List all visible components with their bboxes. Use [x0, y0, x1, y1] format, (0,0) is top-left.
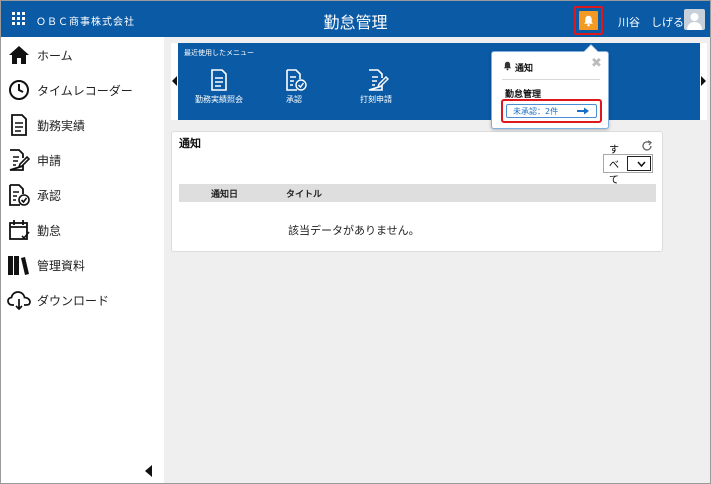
notification-popover: 通知 ✖ 勤怠管理 未承認：2件 — [491, 44, 609, 129]
refresh-icon[interactable] — [641, 137, 653, 151]
sidebar-item-label: 勤務実績 — [37, 118, 86, 133]
divider — [502, 79, 600, 80]
recent-menu-panel: 最近使用したメニュー 勤務実績照会 承認 打刻申請 — [171, 43, 707, 120]
cloud-download-icon — [7, 288, 31, 312]
app-window: ＯＢＣ商事株式会社 勤怠管理 川谷 しげる ホーム タイムレコーダー 勤務実績 … — [0, 0, 711, 484]
sidebar-item-download[interactable]: ダウンロード — [1, 284, 164, 316]
sidebar-item-label: ホーム — [37, 48, 73, 63]
recent-item-label: 勤務実績照会 — [195, 95, 243, 104]
sidebar-item-approval[interactable]: 承認 — [1, 179, 164, 211]
recent-item-stamp-request[interactable]: 打刻申請 — [355, 69, 397, 105]
sidebar-item-label: 管理資料 — [37, 258, 86, 273]
edit-document-icon — [367, 69, 389, 91]
scroll-right-icon[interactable] — [700, 43, 707, 120]
check-document-icon — [285, 69, 307, 91]
filter-dropdown[interactable]: すべて — [603, 145, 653, 186]
sidebar-item-time-recorder[interactable]: タイムレコーダー — [1, 74, 164, 106]
clock-icon — [7, 78, 31, 102]
unapproved-link-button[interactable]: 未承認：2件 — [506, 104, 597, 118]
sidebar-item-home[interactable]: ホーム — [1, 39, 164, 71]
edit-document-icon — [7, 148, 31, 172]
collapse-sidebar-icon[interactable] — [145, 465, 152, 477]
empty-message: 該当データがありません。 — [288, 224, 420, 237]
document-icon — [210, 69, 228, 91]
home-icon — [7, 43, 31, 67]
table-header: 通知日 タイトル — [179, 184, 656, 202]
notification-button[interactable] — [574, 6, 603, 35]
sidebar-item-work-record[interactable]: 勤務実績 — [1, 109, 164, 141]
popover-title: 通知 — [515, 64, 534, 74]
calendar-icon — [7, 218, 31, 242]
check-document-icon — [7, 183, 31, 207]
sidebar-item-label: 承認 — [37, 188, 62, 203]
avatar[interactable] — [684, 9, 705, 30]
close-icon[interactable]: ✖ — [591, 56, 602, 71]
page-title: 勤怠管理 — [323, 13, 388, 32]
chevron-down-icon — [626, 156, 651, 171]
top-bar: ＯＢＣ商事株式会社 勤怠管理 川谷 しげる — [1, 1, 710, 37]
user-name[interactable]: 川谷 しげる — [618, 14, 684, 30]
bell-icon — [579, 11, 598, 30]
sidebar: ホーム タイムレコーダー 勤務実績 申請 承認 勤怠 管理資料 ダウンロード — [1, 37, 164, 483]
arrow-right-icon — [577, 107, 589, 115]
sidebar-item-management-docs[interactable]: 管理資料 — [1, 249, 164, 281]
sidebar-item-label: ダウンロード — [37, 293, 110, 308]
sidebar-item-label: 申請 — [37, 153, 62, 168]
unapproved-link-label: 未承認：2件 — [513, 106, 559, 116]
sidebar-item-application[interactable]: 申請 — [1, 144, 164, 176]
notification-panel: 通知 すべて 通知日 タイトル 該当データがありません。 — [171, 131, 663, 252]
scroll-left-icon[interactable] — [171, 43, 178, 120]
popover-header: 通知 — [503, 61, 533, 74]
main-content: 最近使用したメニュー 勤務実績照会 承認 打刻申請 通知 すべて 通知日 タイト… — [164, 37, 710, 483]
recent-item-work-record[interactable]: 勤務実績照会 — [193, 69, 245, 105]
filter-value: すべて — [609, 145, 619, 186]
books-icon — [7, 253, 31, 277]
sidebar-item-label: 勤怠 — [37, 223, 62, 238]
recent-menu-title: 最近使用したメニュー — [184, 49, 254, 57]
highlight-frame: 未承認：2件 — [501, 99, 602, 123]
document-icon — [7, 113, 31, 137]
bell-icon — [503, 61, 512, 74]
column-header-date: 通知日 — [211, 190, 239, 200]
recent-item-approval[interactable]: 承認 — [279, 69, 309, 105]
sidebar-item-attendance[interactable]: 勤怠 — [1, 214, 164, 246]
sidebar-item-label: タイムレコーダー — [37, 83, 133, 98]
recent-item-label: 承認 — [286, 95, 302, 104]
column-header-title: タイトル — [286, 190, 323, 200]
panel-title: 通知 — [179, 137, 201, 150]
recent-item-label: 打刻申請 — [360, 95, 392, 104]
